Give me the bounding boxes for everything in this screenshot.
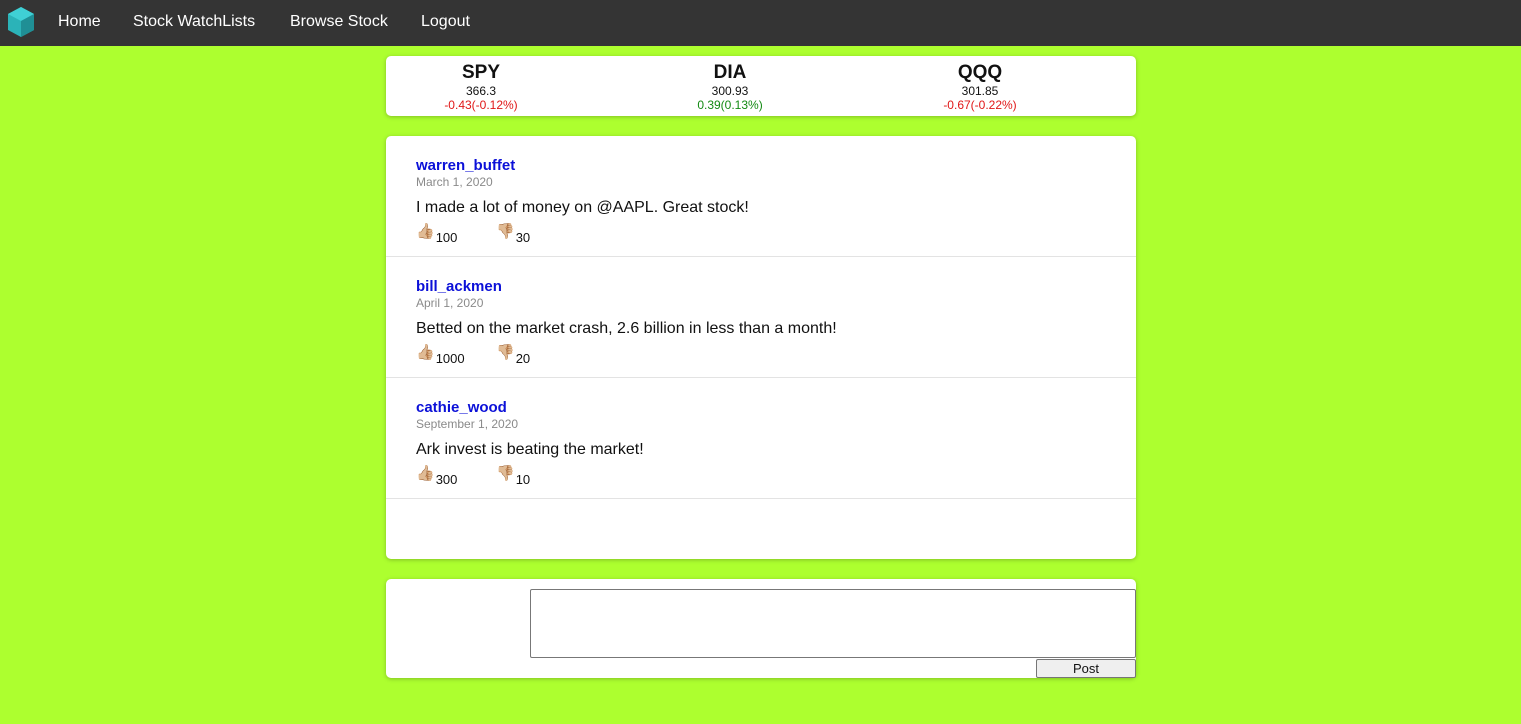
stock-buzz-logo[interactable]	[6, 6, 36, 38]
dislike-button[interactable]: 👎🏼 20	[496, 344, 530, 366]
post-text: Ark invest is beating the market!	[416, 441, 644, 458]
post-date: March 1, 2020	[416, 175, 493, 189]
ticker-change: 0.39(0.13%)	[697, 98, 763, 112]
ticker-spy[interactable]: SPY 366.3 -0.43(-0.12%)	[381, 62, 581, 112]
ticker-price: 301.85	[961, 84, 999, 98]
index-ticker-panel: SPY 366.3 -0.43(-0.12%) DIA 300.93 0.39(…	[386, 56, 1136, 116]
ticker-symbol: SPY	[461, 62, 501, 83]
nav-home-link[interactable]: Home	[58, 13, 101, 31]
like-button[interactable]: 👍🏼 1000	[416, 344, 465, 366]
post-item: bill_ackmen April 1, 2020 Betted on the …	[386, 257, 1136, 378]
dislike-count: 20	[515, 351, 531, 366]
post-item: warren_buffet March 1, 2020 I made a lot…	[386, 136, 1136, 257]
like-count: 1000	[435, 351, 465, 366]
ticker-price: 366.3	[465, 84, 497, 98]
like-count: 100	[435, 230, 458, 245]
compose-post-panel: Post	[386, 579, 1136, 678]
post-date: April 1, 2020	[416, 296, 484, 310]
post-button[interactable]: Post	[1036, 659, 1136, 678]
thumbs-down-icon: 👎🏼	[496, 344, 515, 361]
dislike-count: 10	[515, 472, 531, 487]
nav-logout-link[interactable]: Logout	[421, 13, 470, 31]
thumbs-down-icon: 👎🏼	[496, 223, 515, 240]
like-count: 300	[435, 472, 458, 487]
ticker-dia[interactable]: DIA 300.93 0.39(0.13%)	[630, 62, 830, 112]
post-text: I made a lot of money on @AAPL. Great st…	[416, 199, 749, 216]
post-date: September 1, 2020	[416, 417, 519, 431]
post-text: Betted on the market crash, 2.6 billion …	[416, 320, 837, 337]
post-feed: warren_buffet March 1, 2020 I made a lot…	[386, 136, 1136, 559]
thumbs-up-icon: 👍🏼	[416, 465, 435, 482]
dislike-button[interactable]: 👎🏼 10	[496, 465, 530, 487]
post-textarea[interactable]	[530, 589, 1136, 658]
ticker-symbol: DIA	[713, 62, 747, 83]
post-item: cathie_wood September 1, 2020 Ark invest…	[386, 378, 1136, 499]
post-username-link[interactable]: bill_ackmen	[416, 278, 502, 295]
like-button[interactable]: 👍🏼 300	[416, 465, 457, 487]
thumbs-up-icon: 👍🏼	[416, 344, 435, 361]
like-button[interactable]: 👍🏼 100	[416, 223, 457, 245]
top-navbar: Home Stock WatchLists Browse Stock Logou…	[0, 0, 1521, 46]
ticker-change: -0.67(-0.22%)	[943, 98, 1017, 112]
nav-stock-watchlists-link[interactable]: Stock WatchLists	[133, 13, 255, 31]
post-username-link[interactable]: cathie_wood	[416, 399, 507, 416]
ticker-price: 300.93	[711, 84, 749, 98]
post-username-link[interactable]: warren_buffet	[416, 157, 515, 174]
dislike-count: 30	[515, 230, 531, 245]
nav-browse-stock-link[interactable]: Browse Stock	[290, 13, 388, 31]
ticker-change: -0.43(-0.12%)	[444, 98, 518, 112]
ticker-qqq[interactable]: QQQ 301.85 -0.67(-0.22%)	[880, 62, 1080, 112]
ticker-symbol: QQQ	[957, 62, 1003, 83]
dislike-button[interactable]: 👎🏼 30	[496, 223, 530, 245]
thumbs-up-icon: 👍🏼	[416, 223, 435, 240]
thumbs-down-icon: 👎🏼	[496, 465, 515, 482]
